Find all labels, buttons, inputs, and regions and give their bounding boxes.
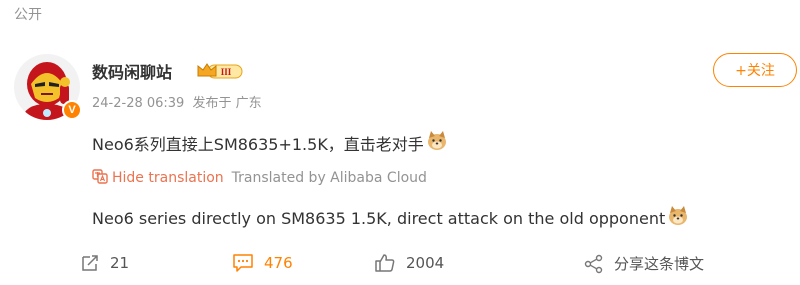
post-content-text: Neo6系列直接上SM8635+1.5K，直击老对手 [92,135,424,154]
vip-level: III [221,67,232,77]
follow-button-label: +关注 [735,63,775,79]
comment-icon [232,253,254,273]
post-location: 发布于 广东 [192,96,262,111]
doge-emoji-icon [667,205,689,231]
repost-button[interactable]: 21 [80,253,129,273]
translated-content-text: Neo6 series directly on SM8635 1.5K, dir… [92,208,666,228]
verified-badge-icon: V [62,100,82,120]
comment-count: 476 [264,254,293,272]
visibility-label: 公开 [14,7,42,23]
translate-icon [92,168,108,188]
translated-by-label: Translated by Alibaba Cloud [231,170,427,186]
post-meta: 24-2-28 06:39 发布于 广东 [92,92,266,111]
repost-count: 21 [110,254,130,272]
share-label: 分享这条博文 [614,255,705,273]
post-action-bar: 21 476 2004 分享这条博文 [0,253,800,281]
hide-translation-label: Hide translation [112,170,224,186]
like-button[interactable]: 2004 [374,253,444,273]
repost-icon [80,253,100,273]
share-button[interactable]: 分享这条博文 [584,253,704,274]
translated-content: Neo6 series directly on SM8635 1.5K, dir… [92,205,689,231]
doge-emoji-icon [426,130,448,156]
post-content: Neo6系列直接上SM8635+1.5K，直击老对手 [92,130,448,156]
hide-translation-button[interactable]: Hide translation [92,168,224,188]
author-name[interactable]: 数码闲聊站 [92,59,172,83]
like-count: 2004 [406,254,445,272]
comment-button[interactable]: 476 [232,253,293,273]
translation-bar: Hide translation Translated by Alibaba C… [92,168,427,188]
share-icon [584,254,604,274]
follow-button[interactable]: +关注 [713,53,797,87]
post-timestamp[interactable]: 24-2-28 06:39 [92,96,184,111]
vip-crown-icon: III [196,62,244,84]
like-icon [374,253,396,273]
